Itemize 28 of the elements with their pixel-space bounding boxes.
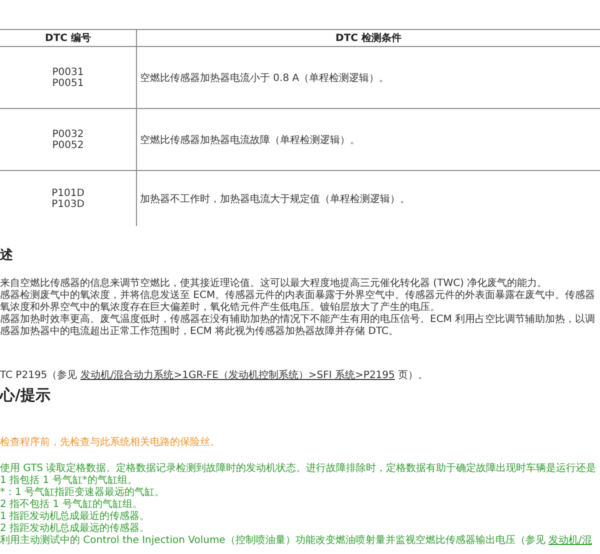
hint-line: *：1 号气缸指距变速器最远的气缸。 bbox=[0, 487, 166, 498]
hint-line: 利用主动测试中的 Control the Injection Volume（控制喷油量）功能改变燃油喷射量并监视空燃比传感器输出电压（参见 发动机/混 bbox=[0, 535, 593, 547]
dtc-code: P101D bbox=[50, 188, 86, 198]
reference-link[interactable]: 发动机/混 bbox=[548, 535, 592, 546]
column-header: DTC 检测条件 bbox=[136, 30, 600, 46]
description-line: 氧浓度和外界空气中的氧浓度存在巨大偏差时，氧化锆元件产生低电压。镀铂层放大了产生的电压。 bbox=[0, 302, 441, 314]
hint-line: 使用 GTS 读取定格数据。定格数据记录检测到故障时的发动机状态。进行故障排除时，定格数据有助于确定故障出现时车辆是运行还是 bbox=[0, 463, 598, 474]
dtc-code: P0052 bbox=[51, 140, 85, 150]
dtc-code: P0031 bbox=[51, 66, 85, 78]
table-cell: 空燃比传感器加热器电流小于 0.8 A（单程检测逻辑）。 bbox=[140, 72, 390, 84]
reference-text: TC P2195（参见 发动机/混合动力系统>1GR-FE（发动机控制系统）>SFI 系统>P2195 页）。 bbox=[0, 370, 430, 382]
description-line: 来自空燃比传感器的信息来调节空燃比，使其接近理论值。这可以最大程度地提高三元催化转化器 (TWC) 净化废气的能力。 bbox=[0, 278, 548, 290]
table-cell: 加热器不工作时，加热器电流大于规定值（单程检测逻辑）。 bbox=[140, 194, 410, 204]
caution-text: 检查程序前，先检查与此系统相关电路的保险丝。 bbox=[0, 436, 221, 449]
hint-line: 2 指不包括 1 号气缸的气缸组。 bbox=[0, 499, 144, 510]
column-header: DTC 编号 bbox=[0, 30, 136, 46]
description-line: 感器检测废气中的氧浓度，并将信息发送至 ECM。传感器元件的内表面暴露于外界空气中。传感器元件的外表面暴露在废气中。传感器 bbox=[0, 290, 596, 302]
dtc-code: P103D bbox=[50, 198, 86, 210]
table-cell: 空燃比传感器加热器电流故障（单程检测逻辑）。 bbox=[140, 134, 360, 146]
dtc-code: P0051 bbox=[51, 78, 85, 88]
hint-line: 1 指包括 1 号气缸*的气缸组。 bbox=[0, 475, 138, 486]
reference-link[interactable]: 发动机/混合动力系统>1GR-FE（发动机控制系统）>SFI 系统>P2195 bbox=[80, 370, 395, 381]
section-heading: 述 bbox=[0, 247, 14, 264]
description-line: 感器加热时效率更高。废气温度低时，传感器在没有辅助加热的情况下不能产生有用的电压信号。ECM 利用占空比调节辅助加热，以调 bbox=[0, 314, 596, 326]
description-line: 感器加热器中的电流超出正常工作范围时，ECM 将此视为传感器加热器故障并存储 DTC。 bbox=[0, 326, 400, 338]
dtc-code: P0032 bbox=[51, 128, 85, 140]
hint-line: 2 指距发动机总成最远的传感器。 bbox=[0, 523, 151, 534]
hint-line: 1 指距发动机总成最近的传感器。 bbox=[0, 511, 151, 522]
